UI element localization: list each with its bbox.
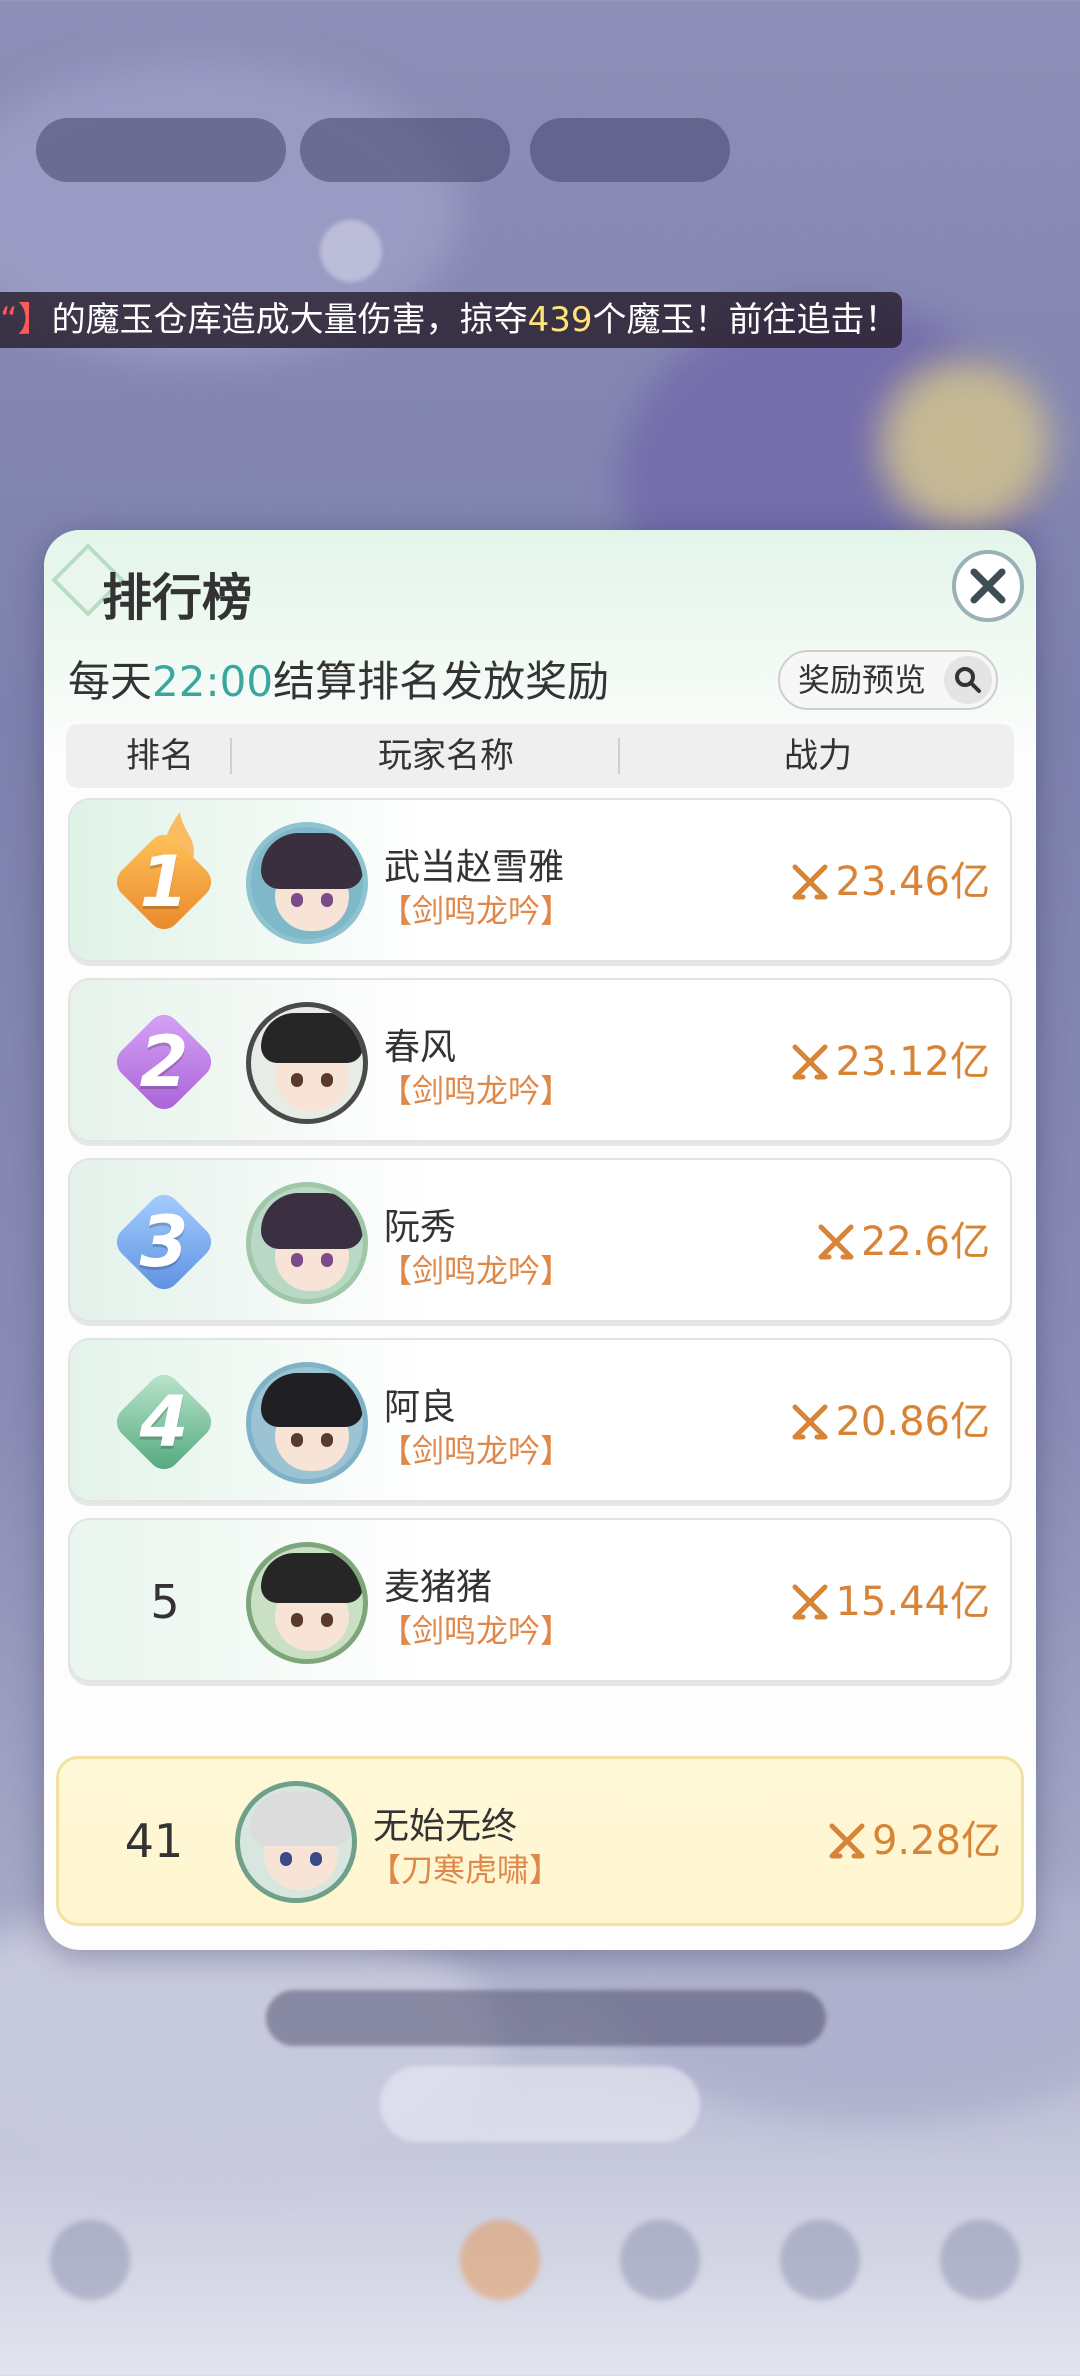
rank-number: 3 <box>139 1201 189 1283</box>
settlement-time: 22:00 <box>152 657 274 706</box>
player-name: 春风 <box>384 1027 457 1068</box>
bg-nav-icon <box>50 2220 130 2300</box>
power-text: 20.86亿 <box>835 1399 990 1445</box>
col-power: 战力 <box>784 736 852 776</box>
power-value: 15.44亿 <box>791 1520 990 1680</box>
power-value: 23.46亿 <box>791 800 990 960</box>
bg-resource-1 <box>36 118 286 182</box>
bg-resource-2 <box>300 118 510 182</box>
bg-nav-icon <box>940 2220 1020 2300</box>
guild-name: 【刀寒虎啸】 <box>369 1851 562 1889</box>
crossed-swords-icon <box>792 864 828 900</box>
bg-resource-3 <box>530 118 730 182</box>
rank-number: 1 <box>139 841 189 923</box>
column-header: 排名 玩家名称 战力 <box>66 724 1014 788</box>
power-text: 15.44亿 <box>835 1579 990 1625</box>
reward-preview-button[interactable]: 奖励预览 <box>778 650 998 710</box>
table-row[interactable]: 2 春风 【剑鸣龙吟】 23.12亿 <box>68 978 1012 1142</box>
leaderboard-panel: 排行榜 每天22:00结算排名发放奖励 奖励预览 排名 玩家名称 战力 1 武当… <box>44 530 1036 1950</box>
rank-badge-green-icon: 4 <box>110 1368 218 1476</box>
guild-name: 【剑鸣龙吟】 <box>380 1252 573 1290</box>
table-row[interactable]: 3 阮秀 【剑鸣龙吟】 22.6亿 <box>68 1158 1012 1322</box>
guild-name: 【剑鸣龙吟】 <box>380 1612 573 1650</box>
col-player-name: 玩家名称 <box>378 736 514 776</box>
ticker-text-before: 的魔玉仓库造成大量伤害，掠夺 <box>51 300 528 340</box>
bg-nav-icon <box>780 2220 860 2300</box>
my-rank-row[interactable]: 41 无始无终 【刀寒虎啸】 9.28亿 <box>56 1756 1024 1926</box>
power-value: 20.86亿 <box>791 1340 990 1500</box>
rank-number: 2 <box>139 1021 189 1103</box>
table-row[interactable]: 4 阿良 【剑鸣龙吟】 20.86亿 <box>68 1338 1012 1502</box>
crossed-swords-icon <box>829 1823 865 1859</box>
guild-name: 【剑鸣龙吟】 <box>380 892 573 930</box>
power-text: 23.46亿 <box>835 859 990 905</box>
player-name: 麦猪猪 <box>384 1567 493 1608</box>
ticker-text-after: 个魔玉！前往追击！ <box>592 300 899 340</box>
ranking-list[interactable]: 1 武当赵雪雅 【剑鸣龙吟】 23.46亿 2 春风 【剑鸣龙吟】 23.12亿… <box>44 798 1036 1690</box>
avatar[interactable] <box>235 1781 357 1903</box>
power-value: 22.6亿 <box>817 1160 990 1320</box>
panel-title: 排行榜 <box>102 569 252 627</box>
rank-badge-blue-icon: 3 <box>110 1188 218 1296</box>
broadcast-ticker: “】的魔玉仓库造成大量伤害，掠夺439个魔玉！前往追击！ <box>0 292 902 348</box>
rank-number: 4 <box>139 1381 189 1463</box>
avatar[interactable] <box>246 1542 368 1664</box>
guild-name: 【剑鸣龙吟】 <box>380 1432 573 1470</box>
ticker-prefix: “】 <box>0 300 52 340</box>
close-button[interactable] <box>952 550 1024 622</box>
bg-help-icon <box>320 220 382 282</box>
power-text: 22.6亿 <box>860 1219 990 1265</box>
avatar[interactable] <box>246 822 368 944</box>
power-value: 23.12亿 <box>791 980 990 1140</box>
table-row[interactable]: 1 武当赵雪雅 【剑鸣龙吟】 23.46亿 <box>68 798 1012 962</box>
rank-badge-purple-icon: 2 <box>110 1008 218 1116</box>
settlement-info: 每天22:00结算排名发放奖励 <box>68 648 609 709</box>
reward-preview-label: 奖励预览 <box>798 661 927 699</box>
table-row[interactable]: 5 麦猪猪 【剑鸣龙吟】 15.44亿 <box>68 1518 1012 1682</box>
col-rank: 排名 <box>126 736 194 776</box>
bg-nav-icon <box>620 2220 700 2300</box>
col-divider <box>230 738 232 774</box>
col-divider <box>618 738 620 774</box>
rank-number: 41 <box>124 1814 184 1868</box>
player-name: 阿良 <box>384 1387 457 1428</box>
player-name: 武当赵雪雅 <box>384 847 565 888</box>
player-name: 无始无终 <box>373 1806 518 1847</box>
bg-pill <box>380 2066 700 2142</box>
subtitle-prefix: 每天 <box>68 657 153 706</box>
avatar[interactable] <box>246 1182 368 1304</box>
bg-bottom-bar <box>266 1990 826 2046</box>
bg-nav-icon <box>460 2220 540 2300</box>
crossed-swords-icon <box>792 1404 828 1440</box>
rank-badge-gold-icon: 1 <box>110 812 218 936</box>
guild-name: 【剑鸣龙吟】 <box>380 1072 573 1110</box>
crossed-swords-icon <box>792 1044 828 1080</box>
avatar[interactable] <box>246 1002 368 1124</box>
close-icon <box>970 568 1006 604</box>
power-text: 9.28亿 <box>871 1818 1001 1864</box>
rank-number: 5 <box>150 1575 180 1629</box>
power-value: 9.28亿 <box>828 1759 1001 1923</box>
crossed-swords-icon <box>792 1584 828 1620</box>
power-text: 23.12亿 <box>835 1039 990 1085</box>
crossed-swords-icon <box>818 1224 854 1260</box>
search-icon <box>944 656 992 704</box>
subtitle-suffix: 结算排名发放奖励 <box>273 657 610 706</box>
ticker-amount: 439 <box>527 300 593 340</box>
player-name: 阮秀 <box>384 1207 457 1248</box>
avatar[interactable] <box>246 1362 368 1484</box>
